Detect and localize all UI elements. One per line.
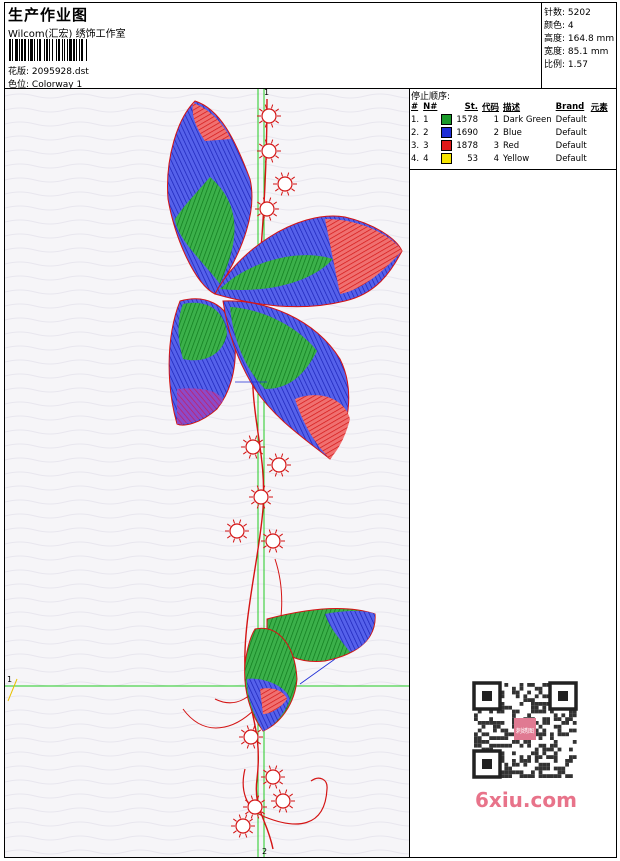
stat-colors: 颜色: 4 xyxy=(544,18,574,31)
row-color xyxy=(440,126,455,139)
barcode-bar xyxy=(87,39,88,61)
stop-sequence-row: 3. 3 1878 3 Red Default xyxy=(410,139,611,152)
design-file: 花版: 2095928.dst xyxy=(8,64,89,77)
panel-divider xyxy=(409,89,410,857)
row-num: 1. xyxy=(411,114,420,125)
row-n: 1 xyxy=(423,114,429,125)
color-swatch xyxy=(441,140,453,151)
design-stats: 针数: 5202 颜色: 4 高度: 164.8 mm 宽度: 85.1 mm … xyxy=(541,2,617,88)
col-header-brand: Brand xyxy=(555,101,585,112)
row-element xyxy=(590,113,611,126)
axis-label-left: 1 xyxy=(7,675,13,684)
row-color xyxy=(440,113,455,126)
stat-height-value: 164.8 mm xyxy=(567,34,615,44)
qr-code: 刺绣图 xyxy=(470,680,580,780)
row-n: 2 xyxy=(423,127,429,138)
stop-sequence-divider xyxy=(410,169,617,170)
stat-colors-label: 颜色: xyxy=(544,21,566,31)
stat-width: 宽度: 85.1 mm xyxy=(544,44,608,57)
row-brand: Default xyxy=(555,127,587,138)
stop-sequence-row: 1. 1 1578 1 Dark Green Default xyxy=(410,113,611,126)
row-stitches: 1878 xyxy=(456,140,479,151)
col-header-desc: 描述 xyxy=(503,102,521,113)
qr-code-image: 刺绣图 xyxy=(470,680,580,780)
axis-label-top: 1 xyxy=(264,89,270,97)
color-swatch xyxy=(441,153,453,164)
row-code: 1 xyxy=(493,114,500,125)
company-name: Wilcom(汇宏) 绣饰工作室 xyxy=(8,29,126,40)
row-num: 4. xyxy=(411,153,420,164)
page-title: 生产作业图 xyxy=(8,6,89,24)
axis-label-bottom: 2 xyxy=(262,847,268,856)
row-brand: Default xyxy=(555,140,587,151)
row-stitches: 1578 xyxy=(456,114,479,125)
stat-stitches-label: 针数: xyxy=(544,8,566,18)
barcode xyxy=(9,39,144,61)
row-code: 4 xyxy=(493,153,500,164)
row-num: 3. xyxy=(411,140,420,151)
stop-sequence-row: 2. 2 1690 2 Blue Default xyxy=(410,126,611,139)
row-color xyxy=(440,152,455,165)
qr-seal-text: 刺绣图 xyxy=(516,727,534,735)
stat-stitches-value: 5202 xyxy=(567,8,591,18)
stop-sequence-row: 4. 4 53 4 Yellow Default xyxy=(410,152,611,165)
stat-stitches: 针数: 5202 xyxy=(544,5,591,18)
col-header-n: N# xyxy=(423,101,438,112)
design-file-label: 花版: xyxy=(8,67,30,77)
col-header-color xyxy=(440,100,455,113)
col-header-num: # xyxy=(411,101,419,112)
row-element xyxy=(590,126,611,139)
row-stitches: 1690 xyxy=(456,127,479,138)
row-code: 2 xyxy=(493,127,500,138)
header-info: 生产作业图 Wilcom(汇宏) 绣饰工作室 花版: 2095928.dst 色… xyxy=(5,3,540,90)
row-desc: Blue xyxy=(503,127,522,138)
stop-sequence-table: # N# St. 代码 描述 Brand 元素 1. 1 1578 1 Dark Gre… xyxy=(410,100,611,165)
watermark-text: 6xiu.com xyxy=(475,788,577,812)
row-desc: Red xyxy=(503,140,520,151)
stat-height-label: 高度: xyxy=(544,34,566,44)
stat-width-label: 宽度: xyxy=(544,47,566,57)
row-n: 3 xyxy=(423,140,429,151)
stop-sequence-header-row: # N# St. 代码 描述 Brand 元素 xyxy=(410,100,611,113)
stat-width-value: 85.1 mm xyxy=(567,47,609,57)
row-color xyxy=(440,139,455,152)
stat-colors-value: 4 xyxy=(567,21,574,31)
row-code: 3 xyxy=(493,140,500,151)
stat-height: 高度: 164.8 mm xyxy=(544,31,614,44)
col-header-code: 代码 xyxy=(482,102,500,113)
row-desc: Yellow xyxy=(503,153,530,164)
row-num: 2. xyxy=(411,127,420,138)
stat-scale: 比例: 1.57 xyxy=(544,57,588,70)
row-n: 4 xyxy=(423,153,429,164)
col-header-stitches: St. xyxy=(464,101,479,112)
stat-scale-value: 1.57 xyxy=(567,60,588,70)
design-file-value: 2095928.dst xyxy=(31,67,89,77)
col-header-element: 元素 xyxy=(590,102,608,113)
color-swatch xyxy=(441,127,453,138)
stop-sequence-panel: 停止顺序: # N# St. 代码 描述 Brand 元素 1. 1 1578 1 Da… xyxy=(410,89,616,169)
row-brand: Default xyxy=(555,153,587,164)
row-stitches: 53 xyxy=(467,153,479,164)
row-element xyxy=(590,152,611,165)
row-brand: Default xyxy=(555,114,587,125)
color-swatch xyxy=(441,114,453,125)
design-canvas[interactable]: 1 2 1 xyxy=(5,89,409,857)
row-element xyxy=(590,139,611,152)
row-desc: Dark Green xyxy=(503,114,552,125)
embroidery-preview xyxy=(5,89,409,857)
stat-scale-label: 比例: xyxy=(544,60,566,70)
